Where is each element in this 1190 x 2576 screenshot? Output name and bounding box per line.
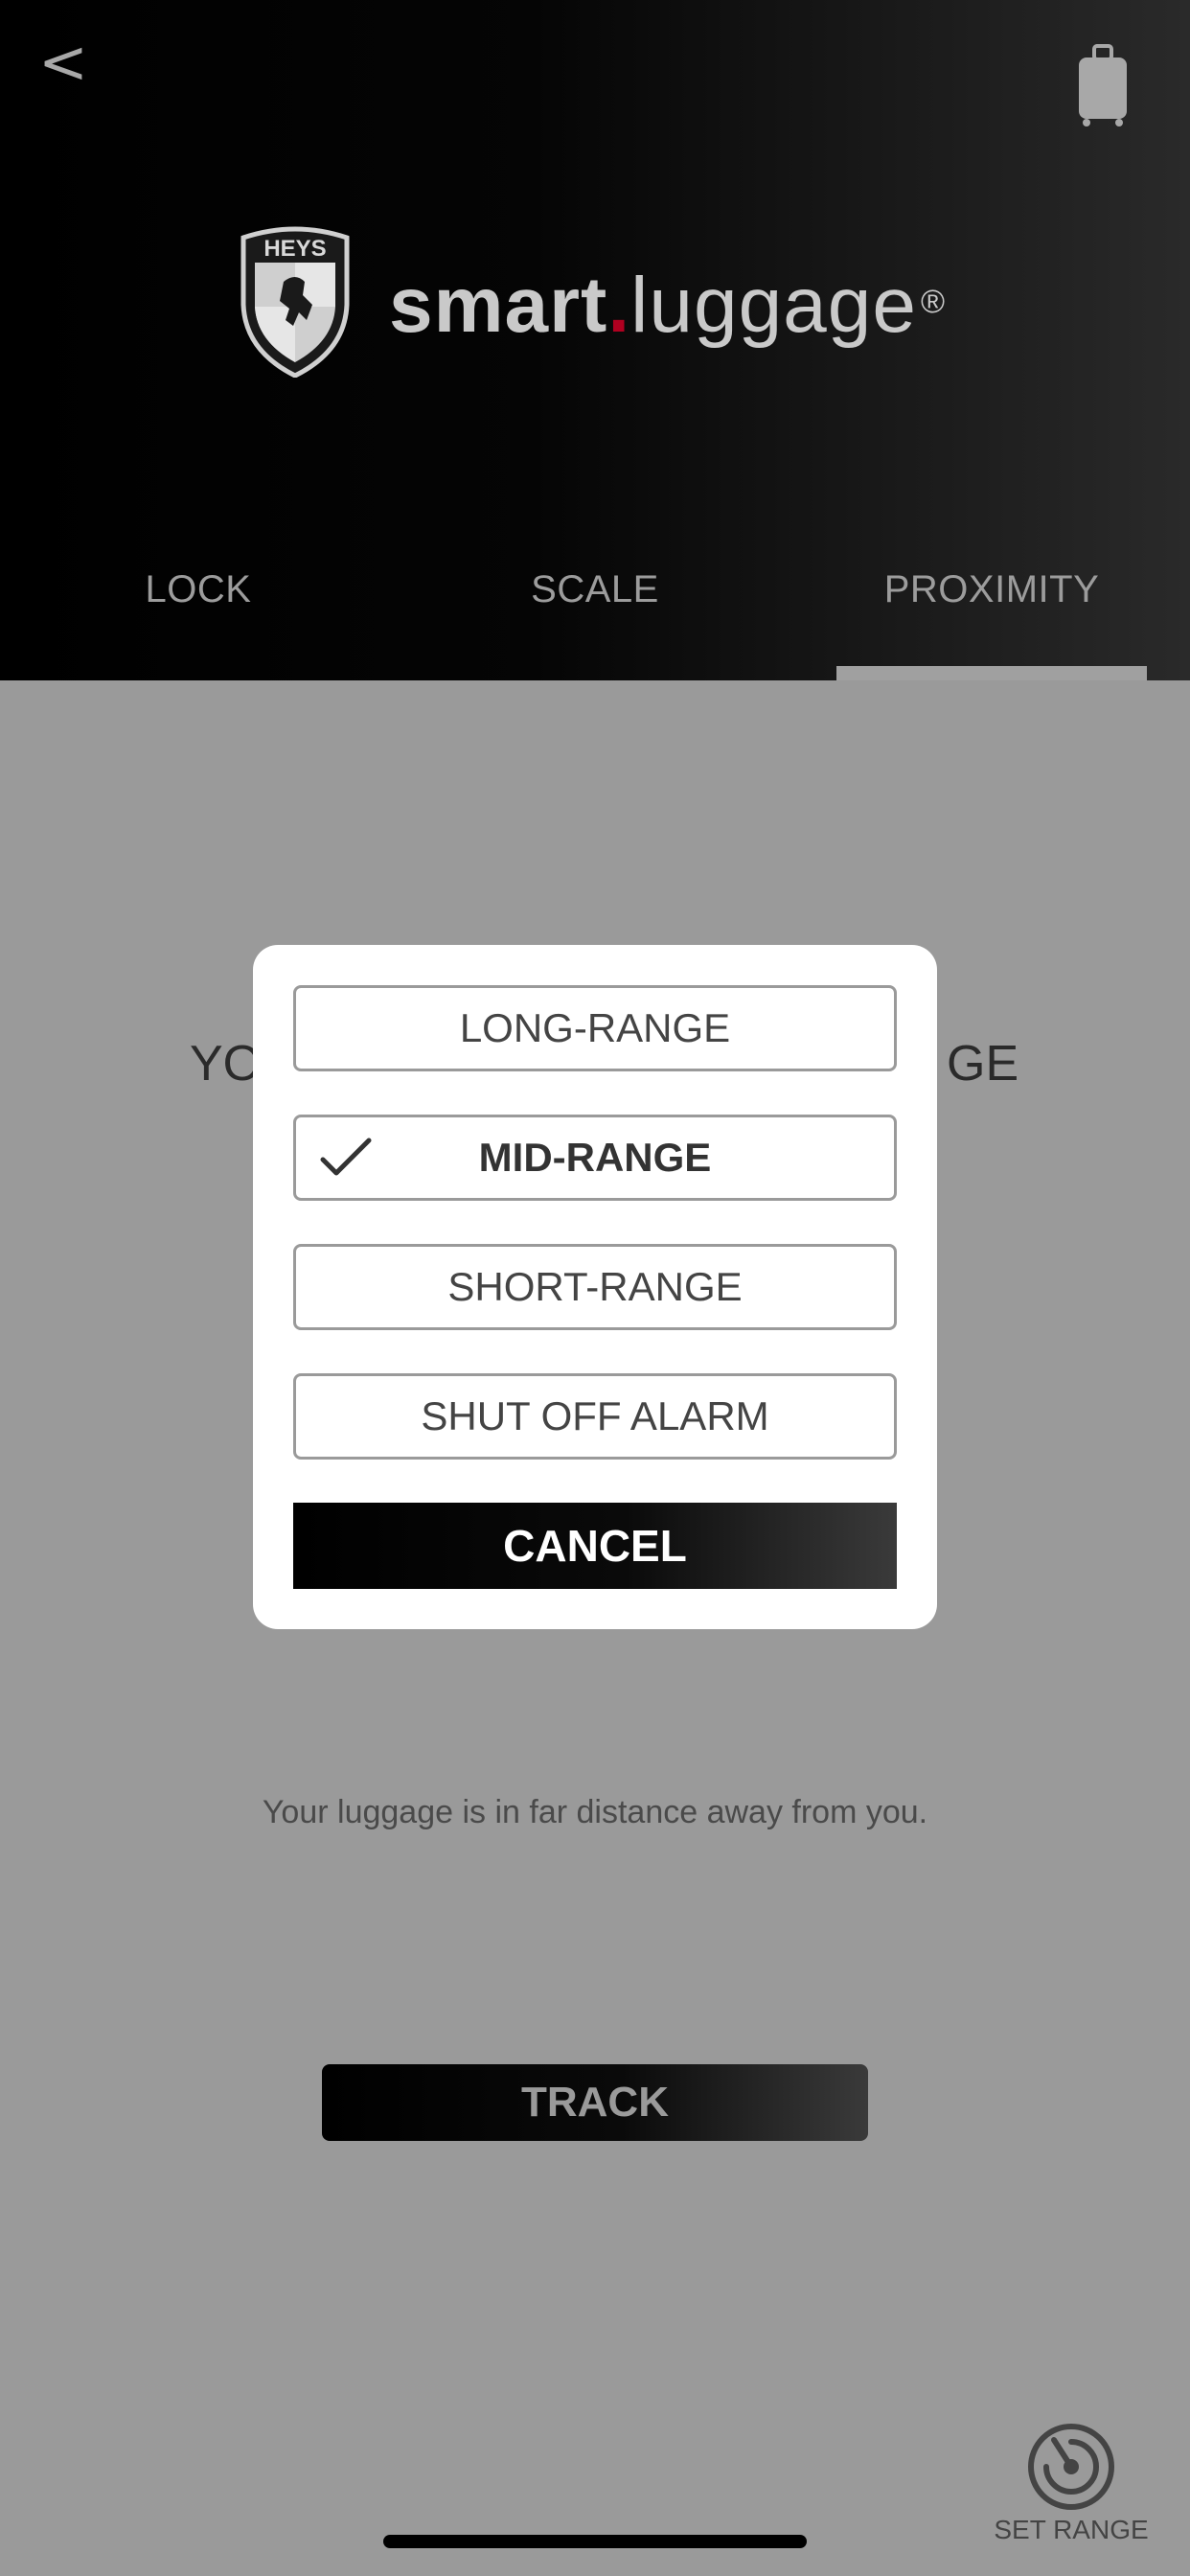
brand-wordmark: smart.luggage ® (389, 263, 946, 349)
option-label: MID-RANGE (478, 1135, 712, 1180)
option-mid-range[interactable]: MID-RANGE (293, 1115, 897, 1201)
active-tab-indicator (836, 666, 1147, 680)
tab-label: SCALE (531, 568, 659, 610)
cancel-button[interactable]: CANCEL (293, 1503, 897, 1589)
tab-lock[interactable]: LOCK (0, 556, 397, 680)
app-header: < HEYS smart.luggage ® LOCK SCALE PROXIMI… (0, 0, 1190, 680)
checkmark-icon (320, 1138, 372, 1176)
back-button[interactable]: < (38, 29, 96, 96)
option-label: LONG-RANGE (459, 1005, 731, 1050)
svg-text:HEYS: HEYS (263, 236, 326, 262)
tab-proximity[interactable]: PROXIMITY (793, 556, 1190, 680)
brand-logo: HEYS smart.luggage ® (236, 224, 964, 378)
range-title-right: GE (947, 1036, 1019, 1092)
option-label: SHUT OFF ALARM (421, 1393, 769, 1438)
suitcase-icon (1079, 44, 1127, 126)
tab-label: PROXIMITY (883, 568, 1100, 610)
set-range-label: SET RANGE (994, 2515, 1149, 2544)
option-shut-off-alarm[interactable]: SHUT OFF ALARM (293, 1373, 897, 1460)
chevron-left-icon: < (38, 27, 88, 97)
option-long-range[interactable]: LONG-RANGE (293, 985, 897, 1071)
tab-bar: LOCK SCALE PROXIMITY (0, 556, 1190, 680)
distance-message: Your luggage is in far distance away fro… (262, 1794, 928, 1830)
option-label: SHORT-RANGE (447, 1264, 743, 1309)
brand-dot: . (607, 262, 631, 349)
tab-scale[interactable]: SCALE (397, 556, 793, 680)
track-button[interactable]: TRACK (322, 2064, 868, 2141)
device-button[interactable] (1073, 42, 1133, 128)
registered-mark: ® (921, 284, 947, 320)
home-indicator[interactable] (383, 2535, 807, 2548)
option-short-range[interactable]: SHORT-RANGE (293, 1244, 897, 1330)
set-range-button[interactable]: SET RANGE (993, 2421, 1150, 2545)
range-picker-dialog: LONG-RANGE MID-RANGE SHORT-RANGE SHUT OF… (253, 945, 937, 1629)
heys-shield-logo: HEYS (240, 226, 350, 378)
radar-icon (1028, 2424, 1114, 2510)
brand-part-luggage: luggage (630, 262, 917, 349)
tab-label: LOCK (145, 568, 252, 610)
range-title-left: YO (190, 1036, 263, 1092)
brand-part-smart: smart (389, 262, 608, 349)
